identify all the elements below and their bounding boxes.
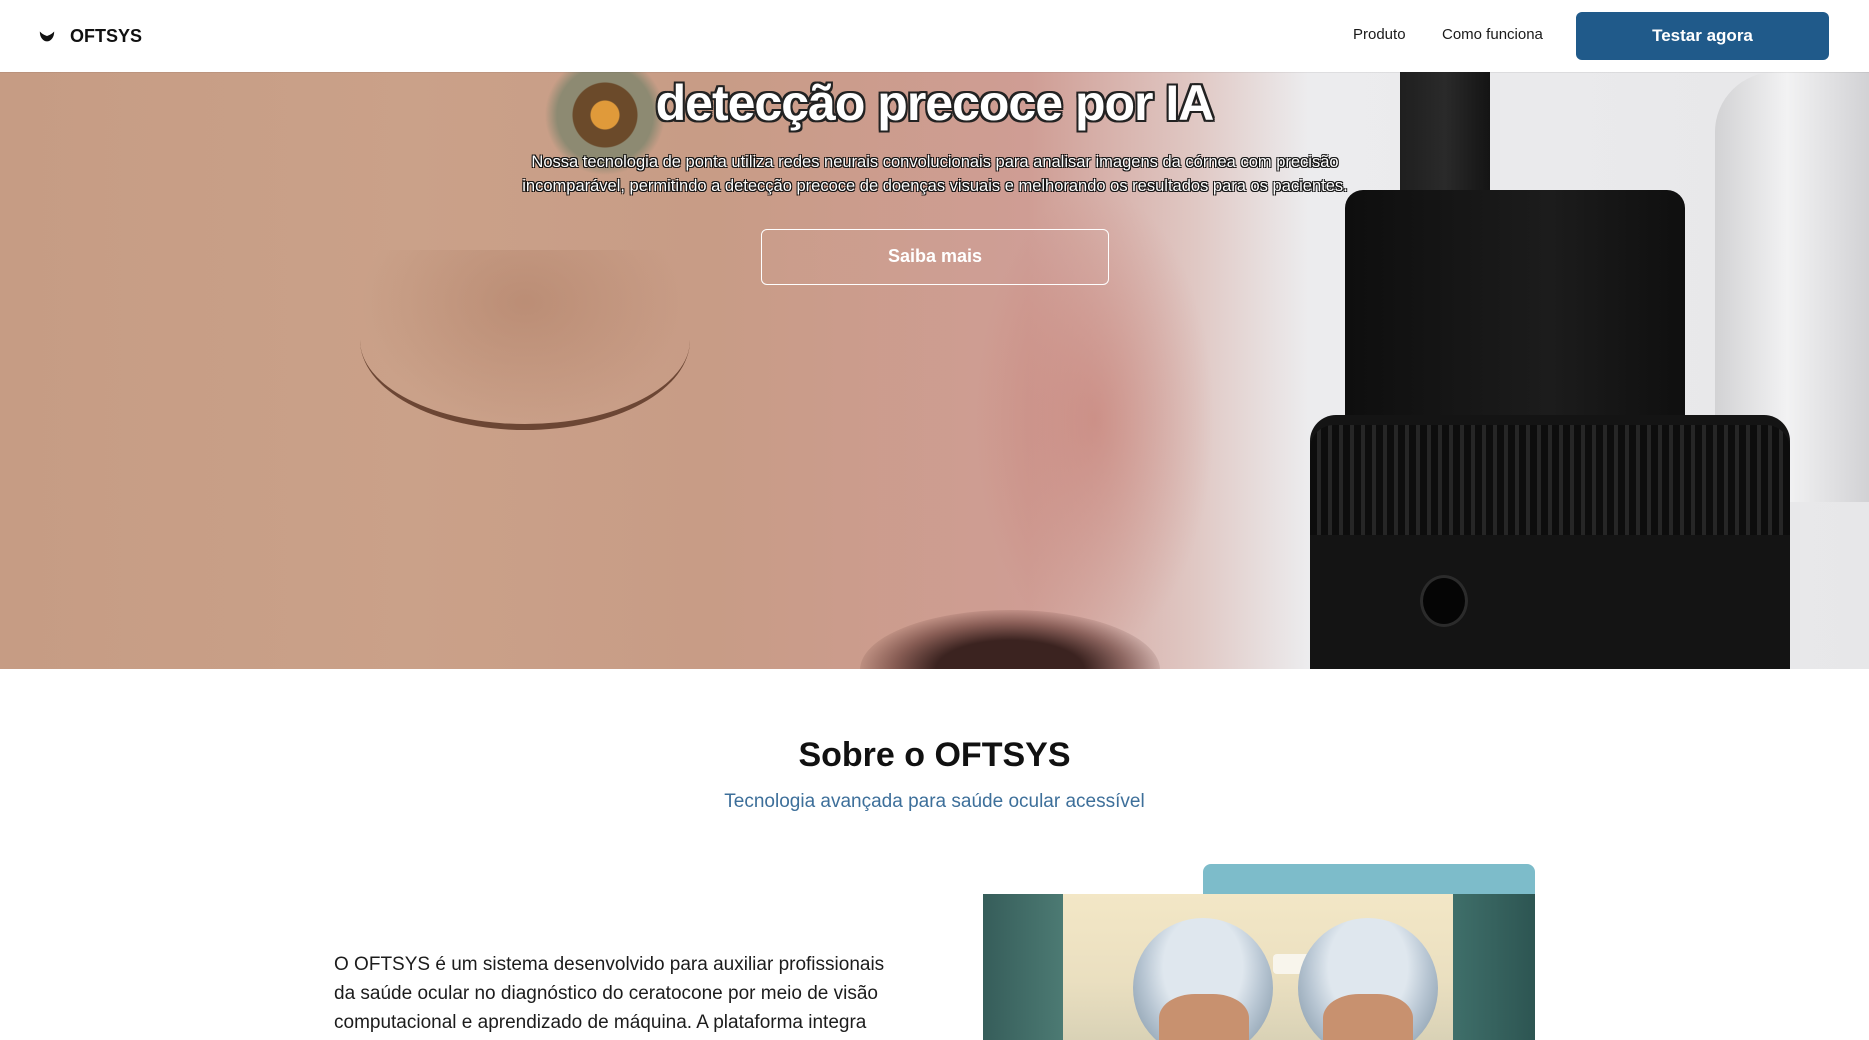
hero-ocular-hole <box>1420 575 1468 627</box>
hero-eyelid <box>360 250 690 430</box>
photo-background-left <box>983 894 1063 1040</box>
hero-ocular-upper <box>1345 190 1685 440</box>
navbar: OFTSYS Produto Como funciona Testar agor… <box>0 0 1869 72</box>
brand-logo[interactable]: OFTSYS <box>38 22 142 50</box>
brand-logo-icon <box>39 31 55 42</box>
about-surgeons-image <box>983 894 1535 1040</box>
nav-link-como-funciona[interactable]: Como funciona <box>1442 26 1543 43</box>
brand-name: OFTSYS <box>70 25 143 46</box>
photo-background-right <box>1453 894 1535 1040</box>
hero-title: detecção precoce por IA <box>655 75 1215 131</box>
about-subtitle: Tecnologia avançada para saúde ocular ac… <box>724 791 1145 812</box>
photo-surgeon-face-left <box>1159 994 1249 1040</box>
about-title: Sobre o OFTSYS <box>798 736 1071 774</box>
try-now-button[interactable]: Testar agora <box>1576 12 1829 60</box>
about-description: O OFTSYS é um sistema desenvolvido para … <box>334 954 885 1033</box>
hero-section: detecção precoce por IA Nossa tecnologia… <box>0 0 1869 669</box>
hero-ocular-ring <box>1310 425 1790 535</box>
photo-surgeon-face-right <box>1323 994 1413 1040</box>
nav-link-produto[interactable]: Produto <box>1353 26 1406 43</box>
hero-description: Nossa tecnologia de ponta utiliza redes … <box>522 153 1348 195</box>
hero-nostril <box>860 610 1160 669</box>
learn-more-button[interactable]: Saiba mais <box>761 229 1109 285</box>
